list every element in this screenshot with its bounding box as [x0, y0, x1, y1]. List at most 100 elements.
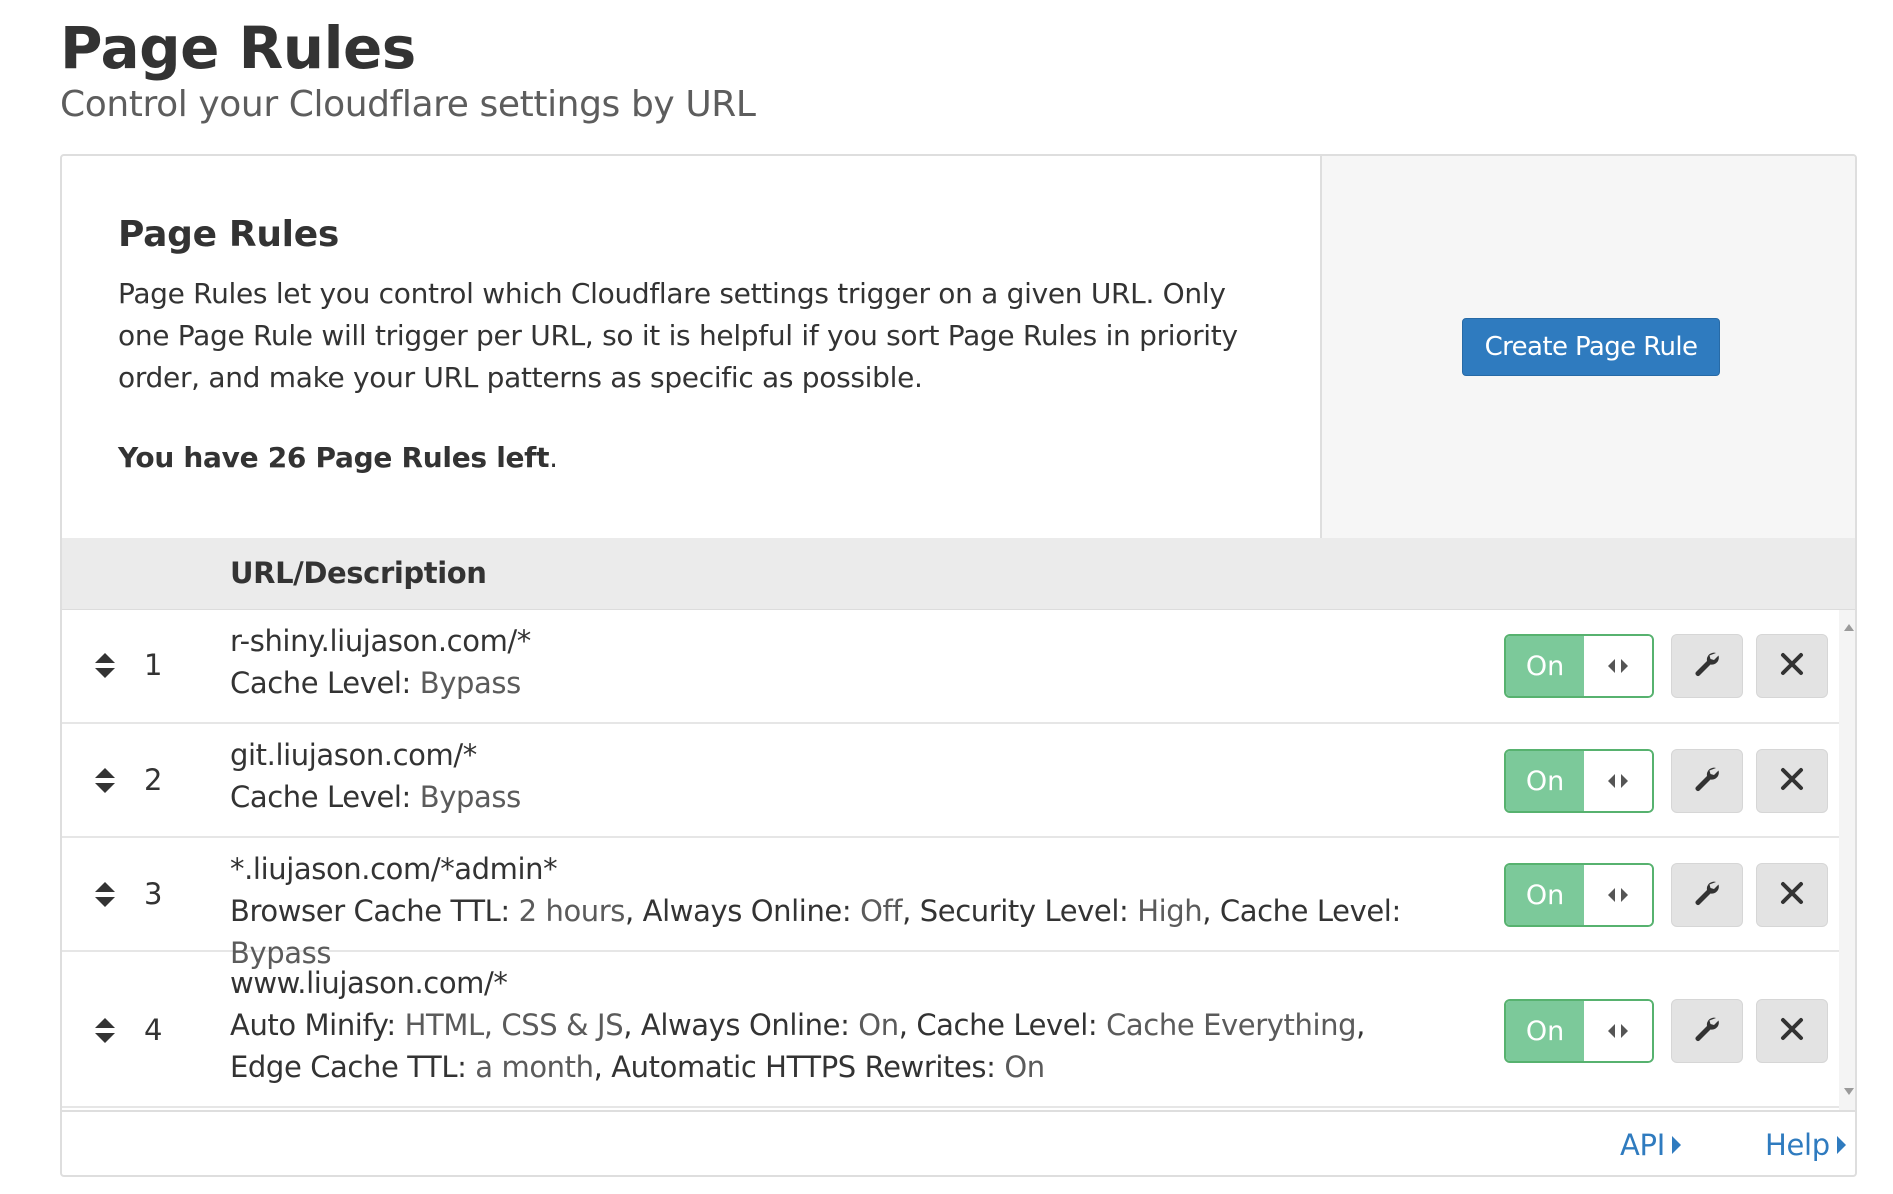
- setting-key: Cache Level:: [230, 780, 420, 814]
- table-header: URL/Description: [62, 538, 1855, 610]
- rule-priority: 3: [144, 877, 163, 911]
- rules-scrollbar[interactable]: [1839, 610, 1855, 1110]
- setting-value: Off: [860, 894, 903, 928]
- toggle-on-label: On: [1506, 751, 1584, 811]
- url-description-column-header: URL/Description: [230, 556, 487, 590]
- setting-separator: ,: [623, 1008, 641, 1042]
- setting-key: Edge Cache TTL:: [230, 1050, 476, 1084]
- setting-separator: ,: [593, 1050, 612, 1084]
- caret-right-icon: [1836, 1136, 1846, 1154]
- intro-title: Page Rules: [118, 214, 339, 255]
- rule-url: www.liujason.com/*: [230, 966, 508, 1000]
- setting-value: On: [858, 1008, 899, 1042]
- toggle-on-label: On: [1506, 636, 1584, 696]
- sort-drag-icon[interactable]: [94, 653, 116, 679]
- rule-settings: Cache Level: Bypass: [230, 776, 1440, 818]
- caret-right-icon: [1671, 1136, 1681, 1154]
- setting-key: Security Level:: [919, 894, 1138, 928]
- wrench-icon: [1693, 650, 1721, 682]
- rule-settings: Auto Minify: HTML, CSS & JS, Always Onli…: [230, 1004, 1440, 1088]
- wrench-icon: [1693, 1015, 1721, 1047]
- close-icon: [1780, 1017, 1804, 1045]
- rule-toggle[interactable]: On: [1504, 999, 1654, 1063]
- intro-description: Page Rules let you control which Cloudfl…: [118, 277, 1238, 394]
- help-link-label: Help: [1765, 1128, 1830, 1162]
- api-link[interactable]: API: [1620, 1128, 1681, 1162]
- edit-rule-button[interactable]: [1671, 634, 1743, 698]
- rule-url: *.liujason.com/*admin*: [230, 852, 558, 886]
- rule-row: 3 *.liujason.com/*admin* Browser Cache TTL…: [62, 838, 1839, 970]
- close-icon: [1780, 881, 1804, 909]
- setting-value: High: [1137, 894, 1203, 928]
- rule-description: git.liujason.com/* Cache Level: Bypass: [230, 734, 1440, 818]
- setting-separator: ,: [1356, 1008, 1365, 1042]
- rule-url: git.liujason.com/*: [230, 738, 477, 772]
- rule-row: 4 www.liujason.com/* Auto Minify: HTML, CS…: [62, 952, 1839, 1108]
- page-title: Page Rules: [60, 14, 416, 82]
- page-subtitle: Control your Cloudflare settings by URL: [60, 84, 756, 125]
- delete-rule-button[interactable]: [1756, 634, 1828, 698]
- close-icon: [1780, 652, 1804, 680]
- sort-drag-icon[interactable]: [94, 882, 116, 908]
- rules-remaining: You have 26 Page Rules left.: [118, 441, 1320, 474]
- setting-key: Cache Level:: [916, 1008, 1107, 1042]
- setting-value: Bypass: [419, 780, 521, 814]
- toggle-arrows-icon[interactable]: [1584, 865, 1652, 925]
- edit-rule-button[interactable]: [1671, 999, 1743, 1063]
- setting-separator: ,: [1202, 894, 1220, 928]
- scroll-down-arrow-icon[interactable]: [1844, 1088, 1854, 1095]
- setting-value: a month: [475, 1050, 594, 1084]
- rule-row: 1 r-shiny.liujason.com/* Cache Level: Bypa…: [62, 610, 1839, 724]
- setting-key: Always Online:: [642, 894, 861, 928]
- delete-rule-button[interactable]: [1756, 749, 1828, 813]
- setting-separator: ,: [625, 894, 643, 928]
- rule-description: www.liujason.com/* Auto Minify: HTML, CSS…: [230, 962, 1440, 1088]
- rule-priority: 2: [144, 763, 163, 797]
- scroll-up-arrow-icon[interactable]: [1844, 624, 1854, 631]
- toggle-arrows-icon[interactable]: [1584, 1001, 1652, 1061]
- setting-key: Browser Cache TTL:: [230, 894, 519, 928]
- sort-drag-icon[interactable]: [94, 1018, 116, 1044]
- setting-value: HTML, CSS & JS: [404, 1008, 624, 1042]
- intro-section: Page Rules Page Rules let you control wh…: [62, 156, 1855, 538]
- rules-list: 1 r-shiny.liujason.com/* Cache Level: Bypa…: [62, 610, 1855, 1110]
- page-rules-card: Page Rules Page Rules let you control wh…: [60, 154, 1857, 1177]
- setting-separator: ,: [898, 1008, 917, 1042]
- toggle-on-label: On: [1506, 1001, 1584, 1061]
- setting-key: Automatic HTTPS Rewrites:: [611, 1050, 1005, 1084]
- delete-rule-button[interactable]: [1756, 863, 1828, 927]
- wrench-icon: [1693, 879, 1721, 911]
- toggle-on-label: On: [1506, 865, 1584, 925]
- help-link[interactable]: Help: [1765, 1128, 1846, 1162]
- rule-settings: Cache Level: Bypass: [230, 662, 1440, 704]
- sort-drag-icon[interactable]: [94, 768, 116, 794]
- setting-value: Cache Everything: [1106, 1008, 1357, 1042]
- rule-priority: 4: [144, 1013, 163, 1047]
- api-link-label: API: [1620, 1128, 1665, 1162]
- intro-action-panel: Create Page Rule: [1322, 156, 1855, 538]
- setting-separator: ,: [902, 894, 920, 928]
- setting-value: 2 hours: [518, 894, 626, 928]
- toggle-arrows-icon[interactable]: [1584, 636, 1652, 696]
- setting-value: On: [1004, 1050, 1045, 1084]
- rule-toggle[interactable]: On: [1504, 749, 1654, 813]
- rules-remaining-period: .: [549, 441, 558, 474]
- toggle-arrows-icon[interactable]: [1584, 751, 1652, 811]
- rules-remaining-count: You have 26 Page Rules left: [118, 441, 550, 474]
- setting-key: Auto Minify:: [230, 1008, 405, 1042]
- rule-priority: 1: [144, 648, 163, 682]
- create-page-rule-button[interactable]: Create Page Rule: [1462, 318, 1720, 376]
- rule-toggle[interactable]: On: [1504, 634, 1654, 698]
- rule-toggle[interactable]: On: [1504, 863, 1654, 927]
- edit-rule-button[interactable]: [1671, 863, 1743, 927]
- edit-rule-button[interactable]: [1671, 749, 1743, 813]
- setting-key: Cache Level:: [1219, 894, 1401, 928]
- rule-row: 2 git.liujason.com/* Cache Level: Bypass On: [62, 724, 1839, 838]
- delete-rule-button[interactable]: [1756, 999, 1828, 1063]
- setting-key: Cache Level:: [230, 666, 420, 700]
- wrench-icon: [1693, 765, 1721, 797]
- close-icon: [1780, 767, 1804, 795]
- setting-value: Bypass: [419, 666, 521, 700]
- setting-key: Always Online:: [640, 1008, 859, 1042]
- intro-text-panel: Page Rules Page Rules let you control wh…: [62, 156, 1322, 538]
